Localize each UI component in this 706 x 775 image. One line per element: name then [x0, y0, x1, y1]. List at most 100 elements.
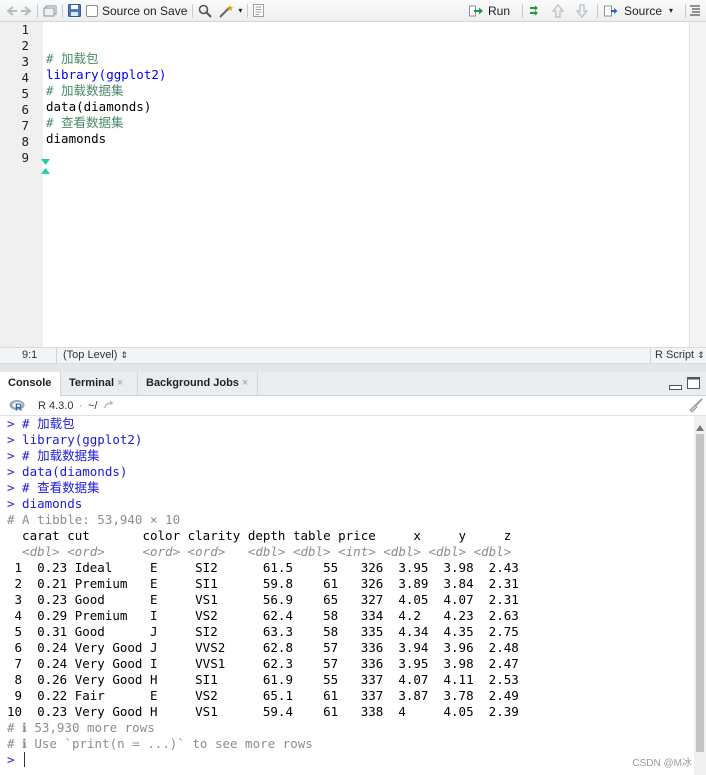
editor-toolbar: Source on Save ▾ Run Source ▾: [0, 0, 706, 22]
compile-report-icon[interactable]: [253, 1, 265, 21]
toolbar-divider: [522, 3, 523, 18]
r-logo-icon: R: [9, 399, 26, 415]
toolbar-divider: [37, 3, 38, 18]
cursor-marker-icon: [41, 159, 50, 165]
console-command: > data(diamonds): [7, 464, 128, 479]
source-on-save-toggle[interactable]: Source on Save: [86, 1, 187, 21]
tab-background-jobs[interactable]: Background Jobs ×: [138, 372, 258, 396]
tibble-column-header: carat cut color clarity depth table pric…: [7, 528, 512, 543]
tibble-row: 7 0.24 Very Good I VVS1 62.3 57 336 3.95…: [7, 656, 519, 671]
maximize-pane-icon[interactable]: [687, 377, 700, 392]
tab-console[interactable]: Console: [0, 372, 61, 397]
line-number: 1: [21, 22, 29, 37]
minimize-pane-icon[interactable]: [669, 379, 682, 393]
path-separator: ·: [79, 400, 83, 412]
code-line-comment: # 查看数据集: [46, 115, 124, 130]
scroll-up-icon[interactable]: [696, 420, 704, 434]
more-rows-note: # ℹ 53,930 more rows: [7, 720, 155, 735]
status-divider: [650, 348, 651, 363]
source-button[interactable]: Source ▾: [604, 1, 673, 21]
print-hint-note: # ℹ Use `print(n = ...)` to see more row…: [7, 736, 313, 751]
tibble-column-types: <dbl> <ord> <ord> <ord> <dbl> <dbl> <int…: [7, 544, 512, 559]
cursor-position: 9:1: [22, 349, 38, 361]
close-icon[interactable]: ×: [242, 377, 248, 389]
console-scrollbar[interactable]: [694, 416, 706, 775]
editor-scrollbar[interactable]: [689, 22, 706, 347]
updown-icon: ⇕: [120, 350, 129, 360]
updown-icon: ⇕: [697, 350, 705, 360]
r-version: R 4.3.0: [38, 400, 74, 412]
cursor-marker-icon: [41, 168, 50, 174]
rerun-icon[interactable]: [528, 1, 546, 21]
search-icon[interactable]: [198, 1, 213, 21]
go-up-icon[interactable]: [552, 1, 564, 21]
tab-console-label: Console: [8, 377, 52, 389]
document-outline-icon[interactable]: [689, 1, 701, 21]
console-command: > library(ggplot2): [7, 432, 143, 447]
console-command: > # 查看数据集: [7, 480, 100, 495]
run-arrow-icon: [469, 5, 483, 16]
show-in-window-icon[interactable]: [43, 1, 57, 21]
console-command: > # 加载包: [7, 416, 75, 431]
line-number: 5: [21, 86, 29, 101]
line-number: 4: [21, 70, 29, 85]
chevron-down-icon[interactable]: ▾: [669, 6, 673, 15]
source-on-save-checkbox[interactable]: [86, 4, 98, 17]
forward-arrow-icon[interactable]: [20, 1, 32, 21]
code-line: diamonds: [46, 131, 107, 146]
file-type-selector[interactable]: R Script ⇕: [655, 348, 705, 363]
save-icon[interactable]: [68, 1, 81, 21]
toolbar-divider: [62, 3, 63, 18]
tibble-row: 9 0.22 Fair E VS2 65.1 61 337 3.87 3.78 …: [7, 688, 519, 703]
go-to-directory-icon[interactable]: [103, 400, 115, 413]
tibble-row: 4 0.29 Premium I VS2 62.4 58 334 4.2 4.2…: [7, 608, 519, 623]
go-down-icon[interactable]: [576, 1, 588, 21]
tibble-row: 6 0.24 Very Good J VVS2 62.8 57 336 3.94…: [7, 640, 519, 655]
file-type-label: R Script: [655, 349, 695, 361]
clear-console-broom-icon[interactable]: [687, 398, 703, 416]
tibble-row: 2 0.21 Premium E SI1 59.8 61 326 3.89 3.…: [7, 576, 519, 591]
tab-terminal[interactable]: Terminal ×: [61, 372, 138, 396]
chevron-down-icon[interactable]: ▾: [238, 1, 242, 21]
code-line-comment: # 加载数据集: [46, 83, 124, 98]
run-label: Run: [488, 3, 511, 18]
line-number: 3: [21, 54, 29, 69]
tibble-row: 8 0.26 Very Good H SI1 61.9 55 337 4.07 …: [7, 672, 519, 687]
pane-splitter[interactable]: [0, 364, 706, 372]
scope-label: (Top Level): [63, 349, 118, 361]
tab-background-jobs-label: Background Jobs: [146, 377, 239, 389]
tibble-row: 1 0.23 Ideal E SI2 61.5 55 326 3.95 3.98…: [7, 560, 519, 575]
close-icon[interactable]: ×: [117, 377, 123, 389]
line-number-gutter: 1 2 3 4 5 6 7 8 9: [0, 22, 43, 347]
line-number: 2: [21, 38, 29, 53]
toolbar-divider: [597, 3, 598, 18]
tibble-row: 3 0.23 Good E VS1 56.9 65 327 4.05 4.07 …: [7, 592, 519, 607]
console-tabbar: Console Terminal × Background Jobs ×: [0, 372, 706, 397]
line-number: 6: [21, 102, 29, 117]
line-number: 9: [21, 150, 29, 165]
console-command: > # 加载数据集: [7, 448, 100, 463]
line-number: 8: [21, 134, 29, 149]
scope-selector[interactable]: (Top Level) ⇕: [63, 348, 128, 363]
back-arrow-icon[interactable]: [6, 1, 18, 21]
toolbar-divider: [685, 3, 686, 18]
line-number: 7: [21, 118, 29, 133]
code-line: library(ggplot2): [46, 67, 167, 82]
tibble-row: 5 0.31 Good J SI2 63.3 58 335 4.34 4.35 …: [7, 624, 519, 639]
console-output[interactable]: > # 加载包 > library(ggplot2) > # 加载数据集 > d…: [0, 416, 694, 775]
working-directory[interactable]: ~/: [88, 400, 97, 412]
console-input-prompt[interactable]: >: [7, 752, 15, 768]
watermark: CSDN @M冰: [632, 758, 692, 769]
scrollbar-thumb[interactable]: [696, 434, 704, 752]
status-divider: [56, 348, 57, 363]
console-path-bar: R R 4.3.0 · ~/: [0, 396, 706, 416]
tibble-row: 10 0.23 Very Good H VS1 59.4 61 338 4 4.…: [7, 704, 519, 719]
toolbar-divider: [192, 3, 194, 18]
svg-text:R: R: [15, 403, 23, 413]
text-cursor: [24, 752, 25, 767]
editor-statusbar: 9:1 (Top Level) ⇕ R Script ⇕: [0, 347, 706, 364]
tibble-header: # A tibble: 53,940 × 10: [7, 512, 181, 527]
code-tools-wand-icon[interactable]: [218, 1, 236, 21]
run-button[interactable]: Run: [469, 1, 510, 21]
source-editor[interactable]: 1 2 3 4 5 6 7 8 9 # 加载包 library(ggplot2)…: [0, 22, 706, 347]
